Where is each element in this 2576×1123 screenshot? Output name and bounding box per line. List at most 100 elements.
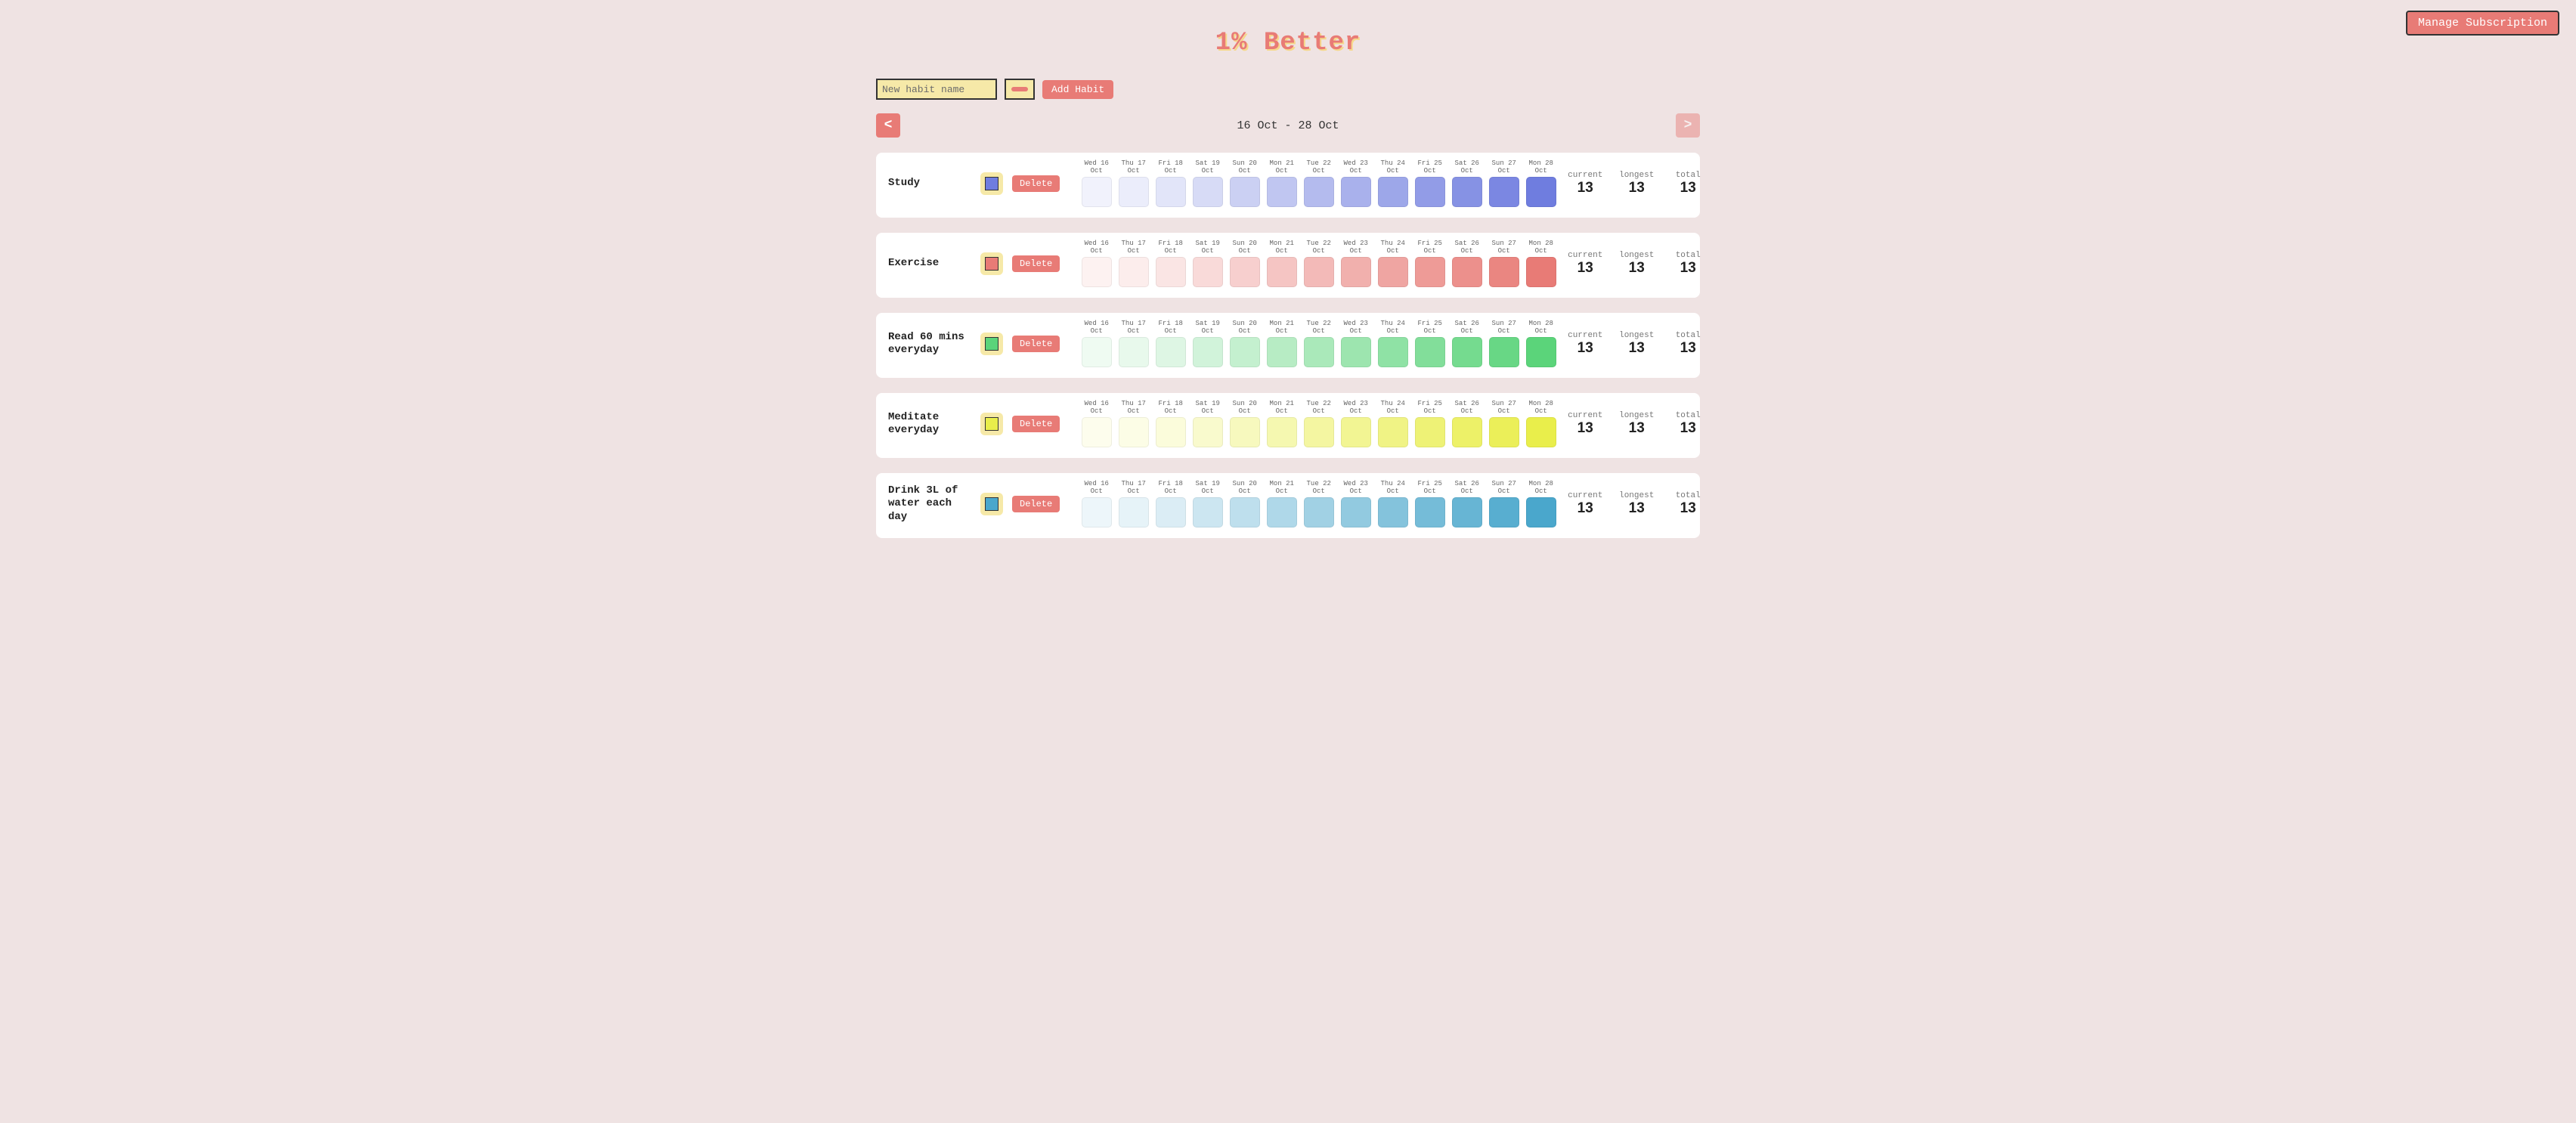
habit-day-cell[interactable] bbox=[1193, 337, 1223, 367]
habit-day-cell[interactable] bbox=[1341, 337, 1371, 367]
habit-day-cell[interactable] bbox=[1267, 497, 1297, 527]
habit-color-picker[interactable] bbox=[980, 333, 1003, 355]
habit-day-cell[interactable] bbox=[1082, 337, 1112, 367]
habit-day-cell[interactable] bbox=[1378, 497, 1408, 527]
day-column: Tue 22 Oct bbox=[1302, 481, 1336, 527]
habit-day-cell[interactable] bbox=[1341, 177, 1371, 207]
habit-day-cell[interactable] bbox=[1378, 257, 1408, 287]
habit-day-cell[interactable] bbox=[1230, 337, 1260, 367]
habit-day-cell[interactable] bbox=[1230, 257, 1260, 287]
habit-day-cell[interactable] bbox=[1489, 417, 1519, 447]
habit-day-cell[interactable] bbox=[1267, 177, 1297, 207]
habit-name: Exercise bbox=[888, 257, 971, 271]
habit-day-cell[interactable] bbox=[1526, 417, 1556, 447]
habit-day-cell[interactable] bbox=[1304, 177, 1334, 207]
new-habit-color-picker[interactable] bbox=[1005, 79, 1035, 100]
delete-habit-button[interactable]: Delete bbox=[1012, 416, 1060, 432]
habit-day-cell[interactable] bbox=[1526, 337, 1556, 367]
habit-day-cell[interactable] bbox=[1267, 257, 1297, 287]
habit-day-cell[interactable] bbox=[1341, 417, 1371, 447]
habit-day-cell[interactable] bbox=[1489, 337, 1519, 367]
stat-longest: longest13 bbox=[1618, 491, 1655, 517]
add-habit-button[interactable]: Add Habit bbox=[1042, 80, 1113, 99]
habit-color-swatch bbox=[985, 257, 999, 271]
habit-day-cell[interactable] bbox=[1082, 417, 1112, 447]
habit-day-cell[interactable] bbox=[1304, 337, 1334, 367]
day-header-label: Fri 25 Oct bbox=[1418, 240, 1442, 255]
habit-day-cell[interactable] bbox=[1378, 177, 1408, 207]
stat-longest-value: 13 bbox=[1618, 340, 1655, 357]
manage-subscription-button[interactable]: Manage Subscription bbox=[2406, 11, 2559, 36]
habit-day-cell[interactable] bbox=[1119, 417, 1149, 447]
new-habit-input[interactable] bbox=[876, 79, 997, 100]
habit-day-cell[interactable] bbox=[1452, 257, 1482, 287]
habit-day-cell[interactable] bbox=[1489, 497, 1519, 527]
habit-day-cell[interactable] bbox=[1489, 257, 1519, 287]
stat-total-value: 13 bbox=[1670, 180, 1706, 196]
delete-habit-button[interactable]: Delete bbox=[1012, 255, 1060, 272]
habit-day-cell[interactable] bbox=[1526, 177, 1556, 207]
habit-day-cell[interactable] bbox=[1304, 257, 1334, 287]
habit-day-cell[interactable] bbox=[1156, 177, 1186, 207]
habit-day-cell[interactable] bbox=[1082, 257, 1112, 287]
habit-day-cell[interactable] bbox=[1082, 177, 1112, 207]
habit-color-picker[interactable] bbox=[980, 252, 1003, 275]
habit-day-cell[interactable] bbox=[1341, 497, 1371, 527]
day-column: Fri 25 Oct bbox=[1413, 320, 1447, 367]
habit-color-picker[interactable] bbox=[980, 172, 1003, 195]
habit-day-cell[interactable] bbox=[1452, 497, 1482, 527]
habit-color-picker[interactable] bbox=[980, 413, 1003, 435]
habit-day-cell[interactable] bbox=[1267, 417, 1297, 447]
day-column: Wed 23 Oct bbox=[1339, 401, 1373, 447]
prev-week-button[interactable]: < bbox=[876, 113, 900, 138]
habit-day-cell[interactable] bbox=[1526, 257, 1556, 287]
habit-day-cell[interactable] bbox=[1489, 177, 1519, 207]
habit-day-cell[interactable] bbox=[1119, 257, 1149, 287]
habit-day-cell[interactable] bbox=[1193, 417, 1223, 447]
habit-day-cell[interactable] bbox=[1415, 177, 1445, 207]
habit-day-cell[interactable] bbox=[1230, 177, 1260, 207]
habit-day-cell[interactable] bbox=[1415, 257, 1445, 287]
habit-day-cell[interactable] bbox=[1378, 417, 1408, 447]
day-header-label: Wed 23 Oct bbox=[1344, 160, 1368, 175]
next-week-button[interactable]: > bbox=[1676, 113, 1700, 138]
habit-day-cell[interactable] bbox=[1119, 337, 1149, 367]
habit-day-cell[interactable] bbox=[1267, 337, 1297, 367]
habit-day-cell[interactable] bbox=[1526, 497, 1556, 527]
habit-day-cell[interactable] bbox=[1193, 177, 1223, 207]
habit-day-cell[interactable] bbox=[1193, 257, 1223, 287]
habit-day-cell[interactable] bbox=[1304, 497, 1334, 527]
habit-day-cell[interactable] bbox=[1415, 337, 1445, 367]
habit-day-cell[interactable] bbox=[1415, 417, 1445, 447]
day-header-label: Wed 23 Oct bbox=[1344, 240, 1368, 255]
habit-day-cell[interactable] bbox=[1452, 417, 1482, 447]
day-header-label: Thu 17 Oct bbox=[1122, 240, 1146, 255]
day-header-label: Wed 23 Oct bbox=[1344, 320, 1368, 336]
delete-habit-button[interactable]: Delete bbox=[1012, 175, 1060, 192]
habit-day-cell[interactable] bbox=[1452, 337, 1482, 367]
day-column: Sun 20 Oct bbox=[1228, 401, 1262, 447]
habit-day-cell[interactable] bbox=[1230, 417, 1260, 447]
habit-day-cell[interactable] bbox=[1415, 497, 1445, 527]
habit-day-cell[interactable] bbox=[1378, 337, 1408, 367]
delete-habit-button[interactable]: Delete bbox=[1012, 496, 1060, 512]
habit-day-cell[interactable] bbox=[1156, 497, 1186, 527]
stat-current-value: 13 bbox=[1567, 420, 1603, 437]
habit-day-cell[interactable] bbox=[1452, 177, 1482, 207]
habit-day-cell[interactable] bbox=[1304, 417, 1334, 447]
habit-color-picker[interactable] bbox=[980, 493, 1003, 515]
delete-habit-button[interactable]: Delete bbox=[1012, 336, 1060, 352]
day-column: Mon 21 Oct bbox=[1265, 240, 1299, 287]
habit-day-cell[interactable] bbox=[1230, 497, 1260, 527]
habit-day-cell[interactable] bbox=[1119, 177, 1149, 207]
habit-stats: current13longest13total13 bbox=[1567, 251, 1706, 277]
habit-day-cell[interactable] bbox=[1341, 257, 1371, 287]
habit-day-cell[interactable] bbox=[1119, 497, 1149, 527]
habit-day-cell[interactable] bbox=[1082, 497, 1112, 527]
habit-day-cell[interactable] bbox=[1156, 417, 1186, 447]
stat-longest: longest13 bbox=[1618, 331, 1655, 357]
habit-day-cell[interactable] bbox=[1156, 257, 1186, 287]
habit-day-cell[interactable] bbox=[1193, 497, 1223, 527]
habit-day-cell[interactable] bbox=[1156, 337, 1186, 367]
stat-current-label: current bbox=[1567, 491, 1603, 500]
